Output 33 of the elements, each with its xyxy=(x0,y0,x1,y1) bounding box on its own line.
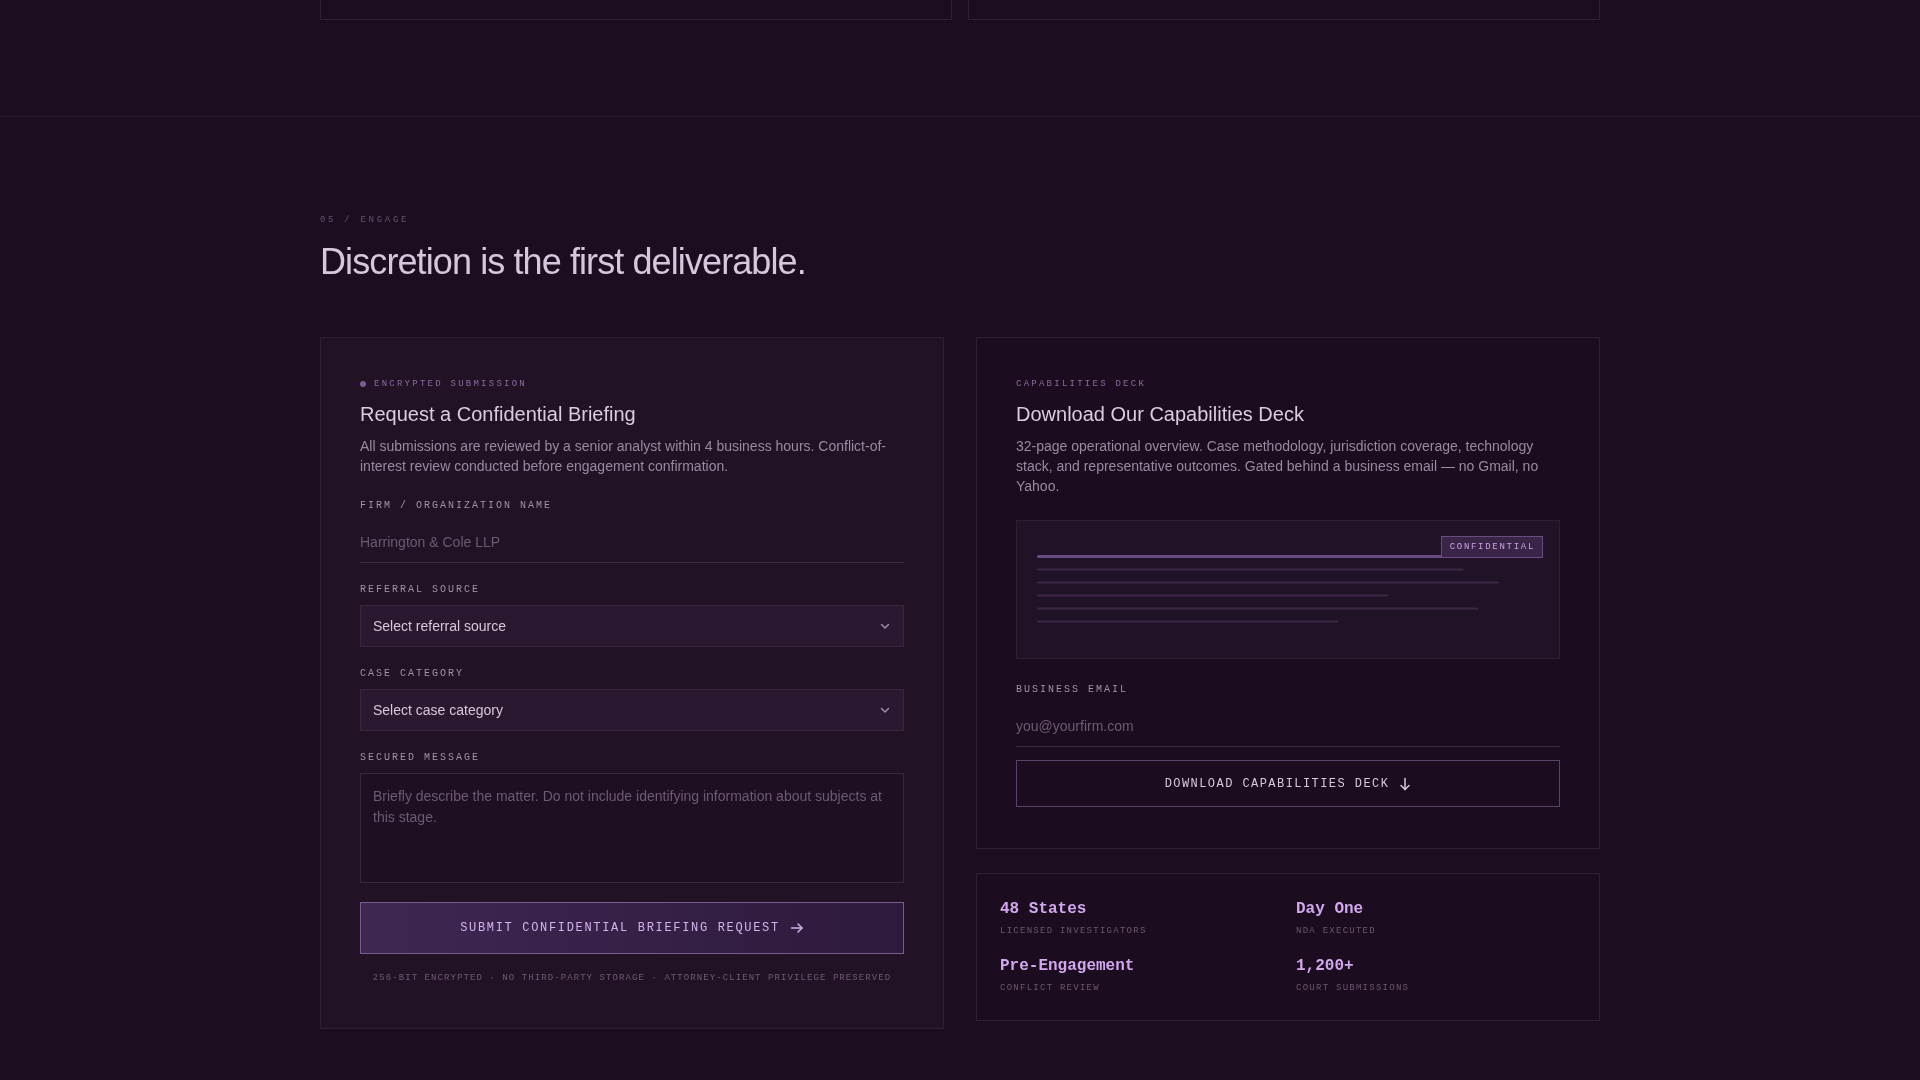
card-eyebrow: ENCRYPTED SUBMISSION xyxy=(374,378,528,391)
download-button[interactable]: DOWNLOAD CAPABILITIES DECK xyxy=(1016,760,1560,807)
arrow-right-icon xyxy=(789,921,804,935)
submit-button[interactable]: SUBMIT CONFIDENTIAL BRIEFING REQUEST xyxy=(360,902,904,954)
card-description: All submissions are reviewed by a senior analyst within 4 business hours. Conflict-of-interest review conducted before engagement confirmation. xyxy=(360,437,887,476)
message-textarea[interactable]: Briefly describe the matter. Do not include identifying information about subjects at this stage. xyxy=(360,773,904,883)
email-input[interactable]: you@yourfirm.com xyxy=(1016,705,1560,747)
dropdown-select[interactable]: Select case category xyxy=(360,689,904,731)
stat-value: 48 States xyxy=(1000,899,1087,919)
stat-value: Day One xyxy=(1296,899,1364,919)
card-title: Request a Confidential Briefing xyxy=(360,402,636,427)
status-dot-icon xyxy=(360,381,366,387)
dropdown-select[interactable]: Select referral source xyxy=(360,605,904,647)
stat-value: Pre-Engagement xyxy=(1000,956,1135,976)
stat-label: CONFLICT REVIEW xyxy=(1000,982,1100,994)
section-heading: Discretion is the first deliverable. xyxy=(320,240,806,283)
card-eyebrow: CAPABILITIES DECK xyxy=(1016,378,1147,391)
confidential-badge: CONFIDENTIAL xyxy=(1440,536,1543,558)
card-description: 32-page operational overview. Case methodology, jurisdiction coverage, technology stack, and representative outcomes. Gated behind a business email — no Gmail, no Yahoo. xyxy=(1016,437,1540,496)
stat-label: NDA EXECUTED xyxy=(1296,925,1376,937)
field-label: CASE CATEGORY xyxy=(360,667,464,681)
section-eyebrow: 05 / ENGAGE xyxy=(320,214,410,227)
text-input[interactable]: Harrington & Cole LLP xyxy=(360,521,904,563)
stat-label: COURT SUBMISSIONS xyxy=(1296,982,1410,994)
field-label: BUSINESS EMAIL xyxy=(1016,683,1128,697)
stat-label: LICENSED INVESTIGATORS xyxy=(1000,925,1147,937)
stat-value: 1,200+ xyxy=(1296,956,1354,976)
security-note: 256-BIT ENCRYPTED · NO THIRD-PARTY STORAGE · ATTORNEY-CLIENT PRIVILEGE PRESERVED xyxy=(372,972,892,984)
card-title: Download Our Capabilities Deck xyxy=(1016,402,1304,427)
field-label: FIRM / ORGANIZATION NAME xyxy=(360,499,553,513)
arrow-down-icon xyxy=(1399,776,1412,791)
field-label: SECURED MESSAGE xyxy=(360,751,480,765)
field-label: REFERRAL SOURCE xyxy=(360,583,480,597)
